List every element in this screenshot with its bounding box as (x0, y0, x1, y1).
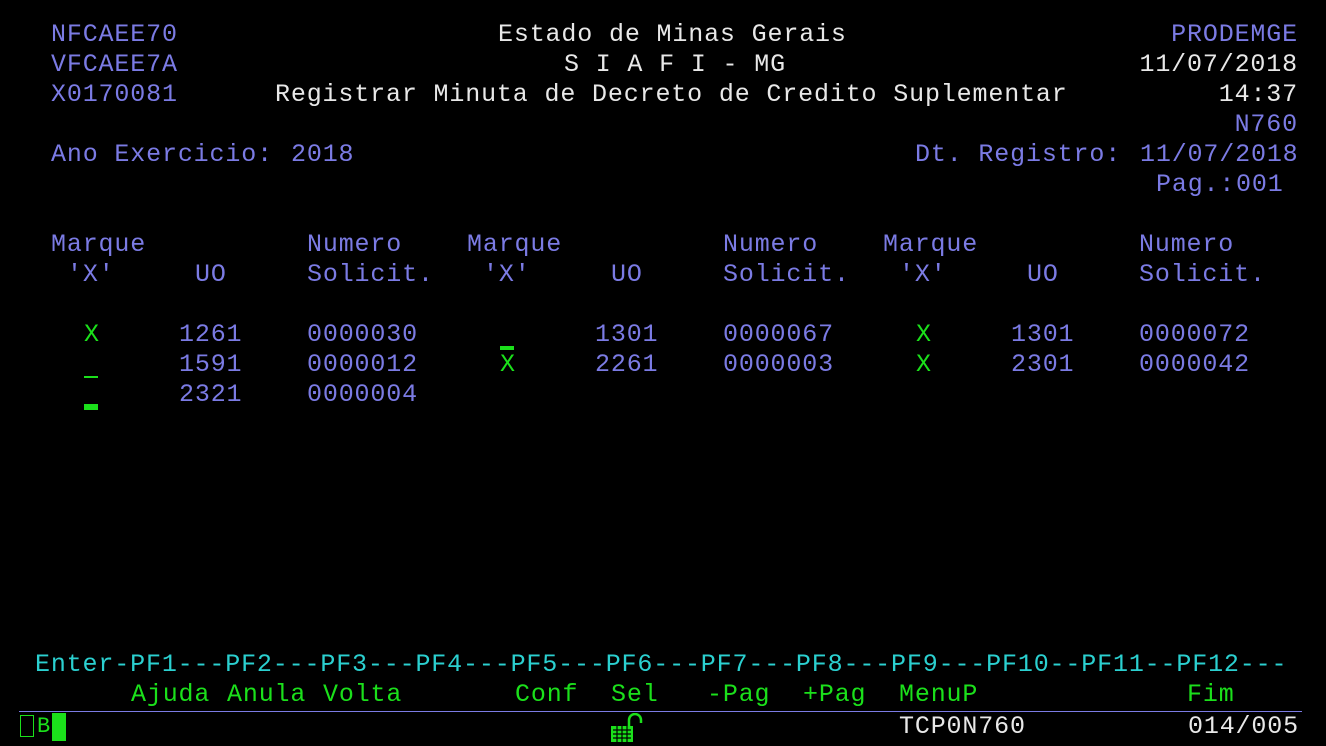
select-value: X (84, 320, 100, 349)
terminal-id: TCP0N760 (899, 712, 1026, 741)
pf-key-line: Enter-PF1---PF2---PF3---PF4---PF5---PF6-… (35, 650, 1288, 679)
col-header-uo: UO (611, 260, 643, 289)
col-header-solicit: Solicit. (307, 260, 434, 289)
pf8-next-page[interactable]: +Pag (803, 680, 866, 710)
select-field[interactable]: X (84, 320, 100, 350)
col-header-x: 'X' (483, 260, 531, 289)
col-header-uo: UO (195, 260, 227, 289)
uo-value: 1301 (595, 320, 659, 349)
col-header-x: 'X' (899, 260, 947, 289)
screen-id: VFCAEE7A (51, 50, 178, 79)
col-header-marque: Marque (883, 230, 979, 259)
pf1-ajuda[interactable]: Ajuda (131, 680, 210, 710)
pf12-fim[interactable]: Fim (1187, 680, 1235, 710)
col-header-x: 'X' (67, 260, 115, 289)
select-field[interactable] (84, 380, 98, 410)
current-time: 14:37 (1218, 80, 1298, 109)
select-field[interactable]: X (916, 320, 932, 350)
connection-icon (20, 715, 34, 737)
numero-value: 0000042 (1139, 350, 1250, 379)
pf2-anula[interactable]: Anula (227, 680, 306, 710)
ano-exercicio-value: 2018 (291, 140, 355, 169)
col-header-numero: Numero (307, 230, 403, 259)
select-field[interactable]: X (500, 348, 516, 380)
numero-value: 0000003 (723, 350, 834, 379)
select-field[interactable] (84, 350, 98, 380)
uo-value: 2301 (1011, 350, 1075, 379)
page-label: Pag.: (1156, 170, 1236, 199)
dt-registro-value: 11/07/2018 (1140, 140, 1299, 169)
program-id: NFCAEE70 (51, 20, 178, 49)
operator-id: X0170081 (51, 80, 178, 109)
pf7-prev-page[interactable]: -Pag (707, 680, 770, 710)
uo-value: 1301 (1011, 320, 1075, 349)
numero-value: 0000072 (1139, 320, 1250, 349)
col-header-solicit: Solicit. (1139, 260, 1266, 289)
state-title: Estado de Minas Gerais (498, 20, 847, 49)
select-field[interactable]: X (916, 350, 932, 380)
system-title: S I A F I - MG (564, 50, 786, 79)
cursor-position: 014/005 (1188, 712, 1299, 741)
numero-value: 0000030 (307, 320, 418, 349)
col-header-marque: Marque (51, 230, 147, 259)
col-header-numero: Numero (1139, 230, 1235, 259)
pf5-conf[interactable]: Conf (515, 680, 578, 710)
select-value: X (916, 320, 932, 349)
session-indicator: B (37, 714, 52, 739)
company-name: PRODEMGE (1171, 20, 1298, 49)
dt-registro-label: Dt. Registro: (915, 140, 1122, 169)
col-header-solicit: Solicit. (723, 260, 850, 289)
col-header-marque: Marque (467, 230, 563, 259)
numero-value: 0000012 (307, 350, 418, 379)
pf3-volta[interactable]: Volta (323, 680, 402, 710)
ano-exercicio-label: Ano Exercicio: (51, 140, 273, 169)
col-header-uo: UO (1027, 260, 1059, 289)
numero-value: 0000067 (723, 320, 834, 349)
page-number: 001 (1236, 170, 1284, 199)
uo-value: 2261 (595, 350, 659, 379)
current-date: 11/07/2018 (1139, 50, 1298, 79)
pf9-menu[interactable]: MenuP (899, 680, 978, 710)
uo-value: 1261 (179, 320, 243, 349)
pf6-sel[interactable]: Sel (611, 680, 659, 710)
status-divider (19, 711, 1302, 712)
uo-value: 2321 (179, 380, 243, 409)
unlocked-padlock-icon (611, 713, 643, 742)
transaction-code: N760 (1234, 110, 1298, 139)
keyboard-cursor (52, 713, 66, 741)
numero-value: 0000004 (307, 380, 418, 409)
col-header-numero: Numero (723, 230, 819, 259)
page-title: Registrar Minuta de Decreto de Credito S… (275, 80, 1068, 109)
uo-value: 1591 (179, 350, 243, 379)
select-field[interactable] (500, 320, 514, 350)
select-value: X (916, 350, 932, 379)
select-value: X (500, 350, 516, 379)
